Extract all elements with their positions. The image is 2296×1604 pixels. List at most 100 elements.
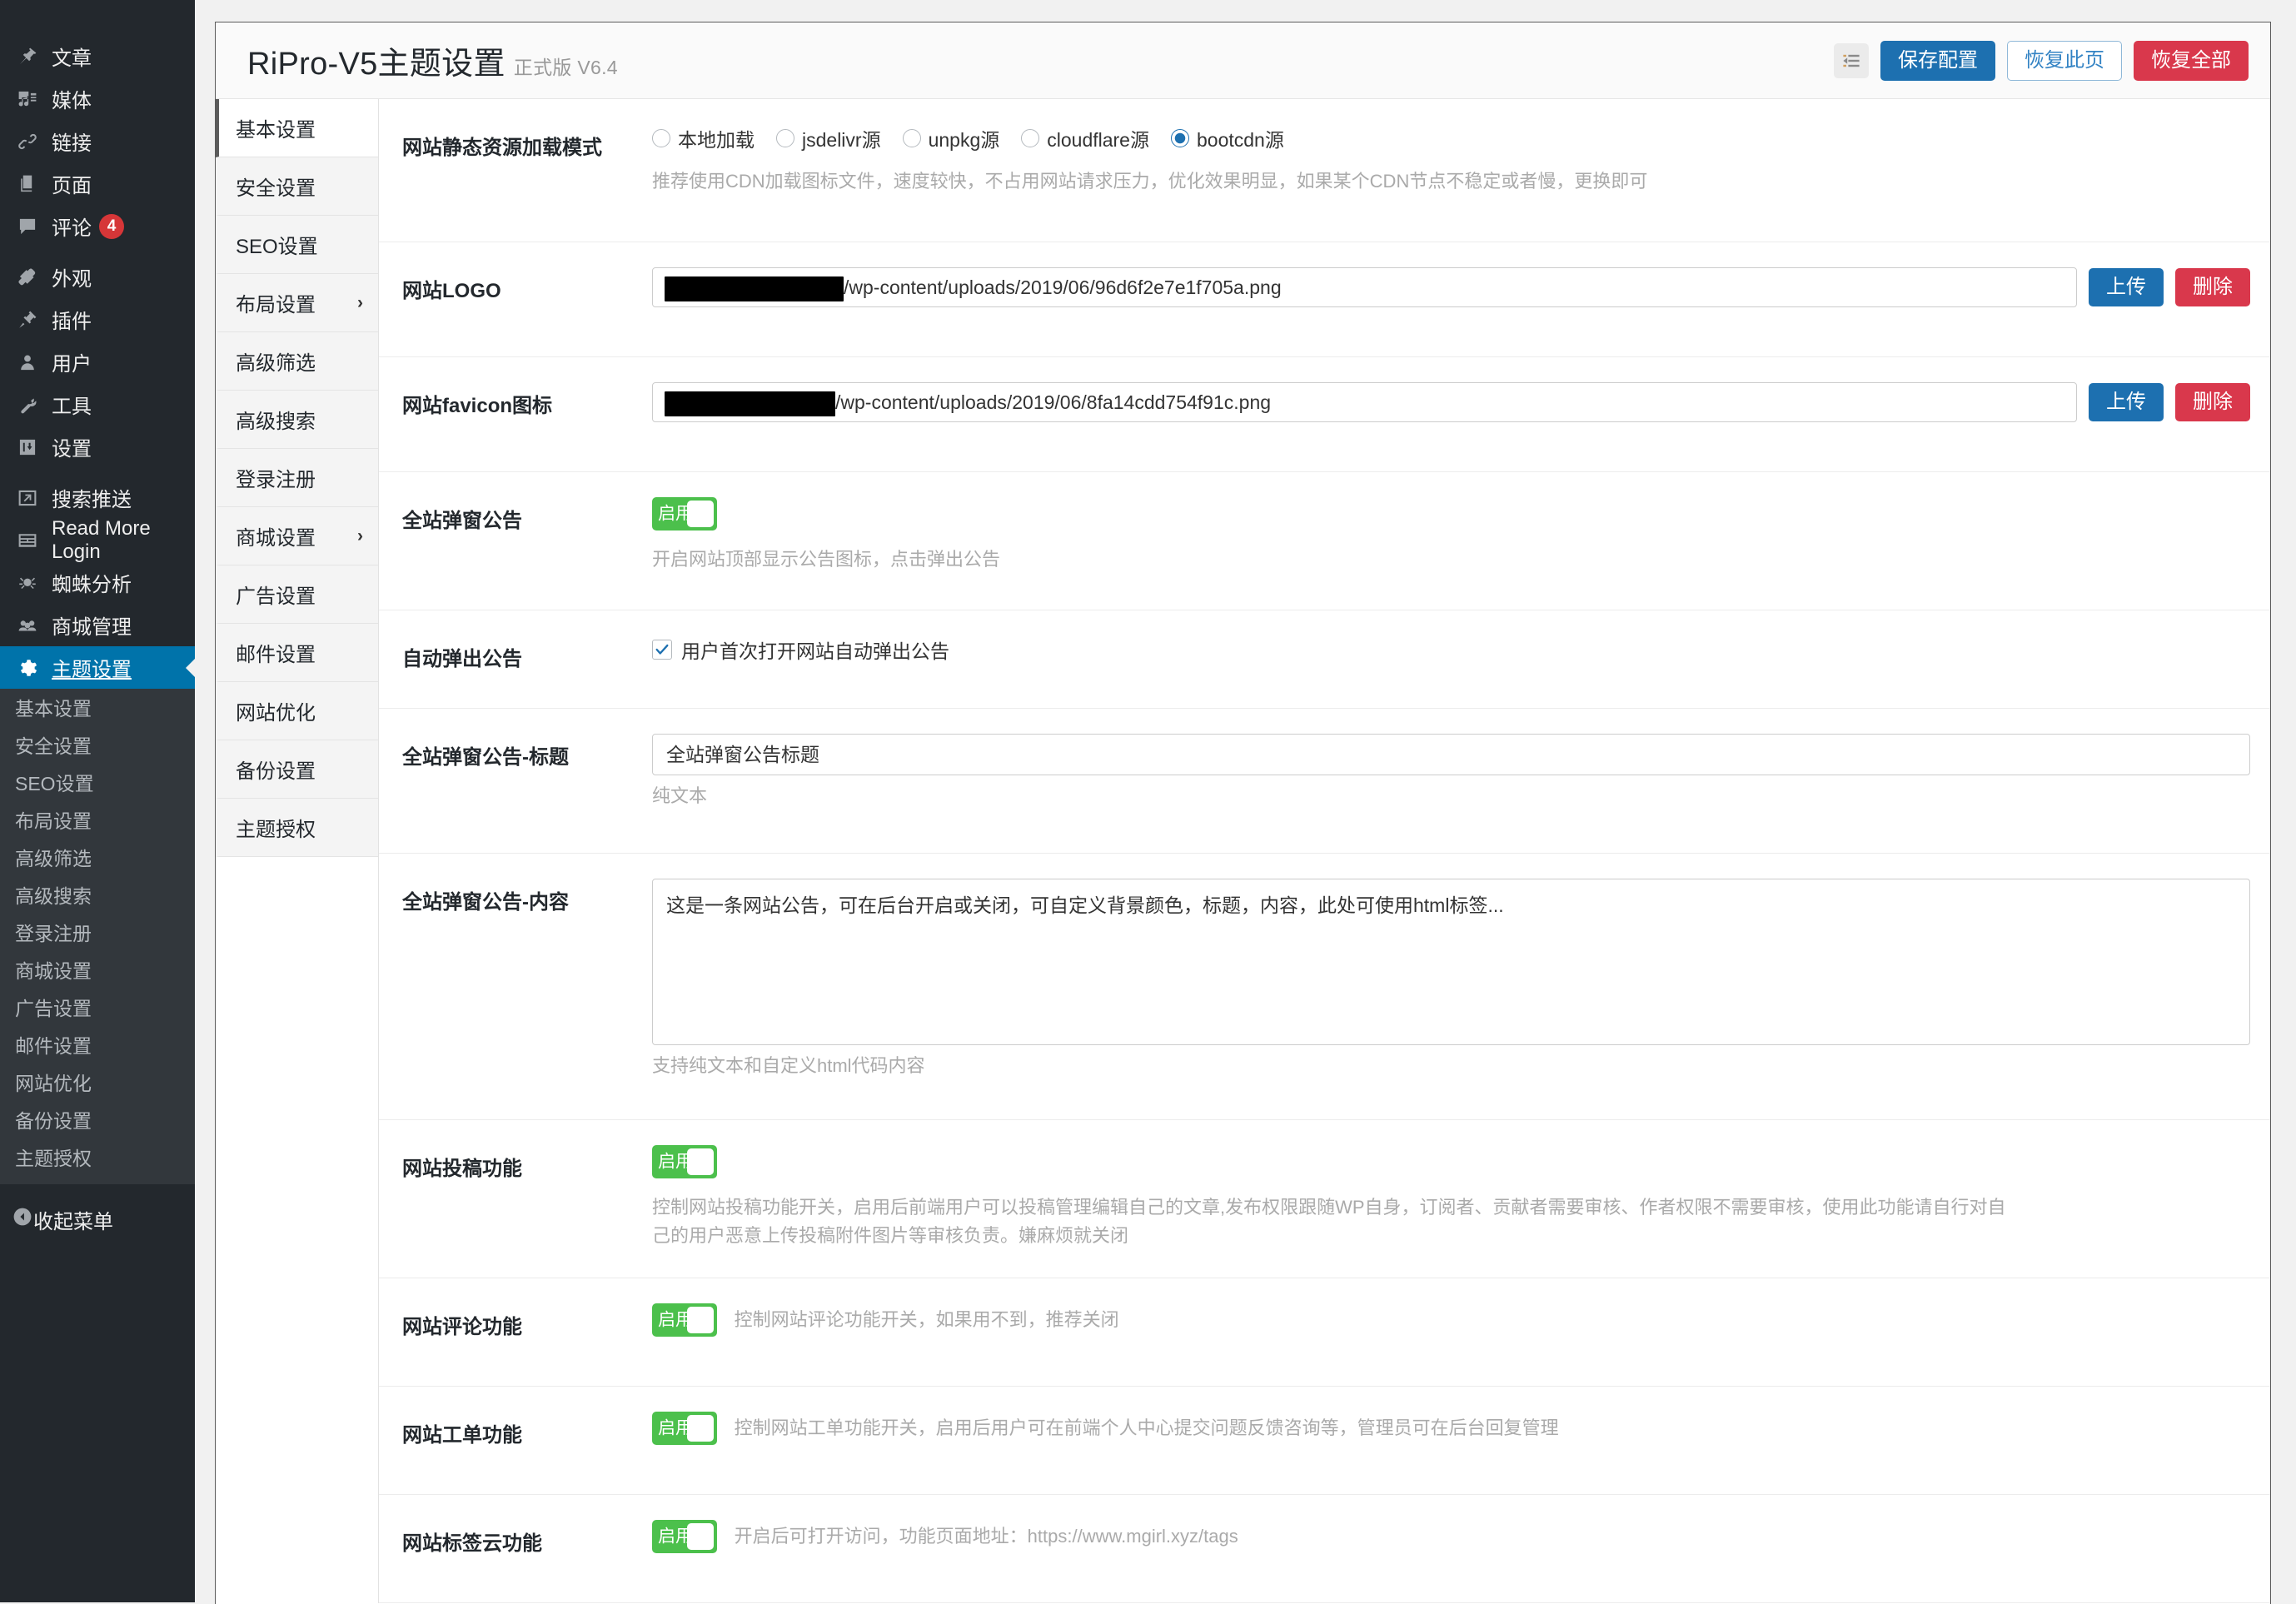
sidebar-item-pages[interactable]: 页面: [0, 162, 195, 205]
field-label: 网站评论功能: [402, 1303, 652, 1339]
toggle-knob: [687, 501, 714, 527]
indent-left-icon[interactable]: [1834, 43, 1869, 78]
field-control: 全站弹窗公告标题 纯文本: [652, 734, 2250, 810]
sidebar-item-label: 插件: [52, 305, 92, 334]
radio-unpkg[interactable]: unpkg源: [903, 124, 1000, 152]
favicon-media-row: /wp-content/uploads/2019/06/8fa14cdd754f…: [652, 382, 2250, 422]
tab-shop-settings[interactable]: 商城设置 ›: [216, 507, 378, 565]
submenu-item-license[interactable]: 主题授权: [0, 1140, 195, 1178]
tab-seo-settings[interactable]: SEO设置: [216, 216, 378, 274]
tab-label: 备份设置: [236, 755, 316, 784]
sidebar-item-tools[interactable]: 工具: [0, 383, 195, 426]
field-control: 启用 控制网站工单功能开关，启用后用户可在前端个人中心提交问题反馈咨询等，管理员…: [652, 1412, 2250, 1445]
tagcloud-toggle[interactable]: 启用: [652, 1520, 717, 1553]
tools-icon: [12, 389, 43, 421]
pin-icon: [12, 41, 43, 72]
sidebar-item-read-more-login[interactable]: Read More Login: [0, 519, 195, 561]
field-control: 本地加载 jsdelivr源 unpkg源: [652, 124, 2250, 196]
comment-toggle[interactable]: 启用: [652, 1303, 717, 1337]
submission-toggle[interactable]: 启用: [652, 1145, 717, 1178]
sidebar-item-search-push[interactable]: 搜索推送: [0, 476, 195, 519]
collapse-menu-button[interactable]: 收起菜单: [0, 1198, 195, 1241]
popup-content-textarea[interactable]: 这是一条网站公告，可在后台开启或关闭，可自定义背景颜色，标题，内容，此处可使用h…: [652, 879, 2250, 1045]
submenu-item-shop[interactable]: 商城设置: [0, 953, 195, 990]
favicon-url-input[interactable]: /wp-content/uploads/2019/06/8fa14cdd754f…: [652, 382, 2077, 422]
radio-cloudflare[interactable]: cloudflare源: [1021, 124, 1149, 152]
sidebar-item-settings[interactable]: 设置: [0, 426, 195, 468]
submenu-item-optimize[interactable]: 网站优化: [0, 1065, 195, 1103]
submenu-item-search[interactable]: 高级搜索: [0, 878, 195, 915]
toggle-knob: [687, 1523, 714, 1550]
sidebar-item-label: Read More Login: [52, 517, 195, 564]
tab-site-optimize[interactable]: 网站优化: [216, 682, 378, 740]
sidebar-item-shop-manage[interactable]: 商城管理: [0, 604, 195, 646]
tab-ads-settings[interactable]: 广告设置: [216, 565, 378, 624]
sidebar-item-label: 媒体: [52, 84, 92, 113]
site-popup-toggle[interactable]: 启用: [652, 497, 717, 531]
logo-url-input[interactable]: /wp-content/uploads/2019/06/96d6f2e7e1f7…: [652, 267, 2077, 307]
tab-label: 广告设置: [236, 580, 316, 609]
sidebar-item-appearance[interactable]: 外观: [0, 256, 195, 298]
sidebar-item-comments[interactable]: 评论 4: [0, 205, 195, 247]
reset-all-button[interactable]: 恢复全部: [2134, 41, 2249, 81]
link-icon: [12, 126, 43, 157]
tab-backup-settings[interactable]: 备份设置: [216, 740, 378, 799]
favicon-delete-button[interactable]: 删除: [2175, 383, 2250, 421]
field-control: 用户首次打开网站自动弹出公告: [652, 635, 2250, 664]
tab-basic-settings[interactable]: 基本设置: [216, 99, 378, 157]
field-description: 控制网站工单功能开关，启用后用户可在前端个人中心提交问题反馈咨询等，管理员可在后…: [735, 1414, 1559, 1442]
appearance-icon: [12, 262, 43, 293]
tab-security-settings[interactable]: 安全设置: [216, 157, 378, 216]
submenu-item-ads[interactable]: 广告设置: [0, 990, 195, 1028]
sidebar-item-theme-settings[interactable]: 主题设置: [0, 646, 195, 689]
submenu-item-filter[interactable]: 高级筛选: [0, 840, 195, 878]
logo-delete-button[interactable]: 删除: [2175, 268, 2250, 306]
save-button[interactable]: 保存配置: [1880, 41, 1995, 81]
logo-upload-button[interactable]: 上传: [2089, 268, 2164, 306]
theme-options-panel: RiPro-V5主题设置正式版 V6.4 保存配置 恢复此页 恢复全部: [215, 22, 2271, 1604]
submenu-item-login[interactable]: 登录注册: [0, 915, 195, 953]
submenu-item-security[interactable]: 安全设置: [0, 728, 195, 765]
plugin-icon: [12, 304, 43, 336]
tab-mail-settings[interactable]: 邮件设置: [216, 624, 378, 682]
logo-url-value: /wp-content/uploads/2019/06/96d6f2e7e1f7…: [844, 276, 1282, 298]
submenu-item-mail[interactable]: 邮件设置: [0, 1028, 195, 1065]
field-label: 全站弹窗公告-标题: [402, 734, 652, 770]
sidebar-item-spider-analytics[interactable]: 蜘蛛分析: [0, 561, 195, 604]
menu-separator: [0, 247, 195, 256]
submenu-item-backup[interactable]: 备份设置: [0, 1103, 195, 1140]
radio-local[interactable]: 本地加载: [652, 124, 755, 152]
tab-label: 布局设置: [236, 288, 316, 317]
tab-advanced-filter[interactable]: 高级筛选: [216, 332, 378, 391]
ticket-toggle[interactable]: 启用: [652, 1412, 717, 1445]
submenu-item-basic[interactable]: 基本设置: [0, 690, 195, 728]
tab-layout-settings[interactable]: 布局设置 ›: [216, 274, 378, 332]
tab-advanced-search[interactable]: 高级搜索: [216, 391, 378, 449]
sidebar-item-users[interactable]: 用户: [0, 341, 195, 383]
sidebar-item-links[interactable]: 链接: [0, 120, 195, 162]
section-site-favicon: 网站favicon图标 /wp-content/uploads/2019/06/…: [379, 357, 2270, 472]
settings-icon: [12, 431, 43, 463]
sidebar-item-posts[interactable]: 文章: [0, 35, 195, 77]
submenu-item-seo[interactable]: SEO设置: [0, 765, 195, 803]
auto-popup-checkbox-row[interactable]: 用户首次打开网站自动弹出公告: [652, 635, 2250, 664]
tab-login-register[interactable]: 登录注册: [216, 449, 378, 507]
field-label: 网站工单功能: [402, 1412, 652, 1447]
sidebar-item-label: 主题设置: [52, 653, 132, 682]
toggle-knob: [687, 1148, 714, 1175]
radio-bootcdn[interactable]: bootcdn源: [1171, 124, 1284, 152]
field-description: 开启网站顶部显示公告图标，点击弹出公告: [652, 545, 2250, 574]
reset-page-button[interactable]: 恢复此页: [2007, 41, 2122, 81]
tab-label: SEO设置: [236, 230, 318, 259]
field-label: 全站弹窗公告: [402, 497, 652, 533]
field-description: 纯文本: [652, 782, 2250, 810]
popup-title-input[interactable]: 全站弹窗公告标题: [652, 734, 2250, 775]
submenu-item-layout[interactable]: 布局设置: [0, 803, 195, 840]
page-icon: [12, 168, 43, 200]
radio-jsdelivr[interactable]: jsdelivr源: [776, 124, 881, 152]
tab-theme-license[interactable]: 主题授权: [216, 799, 378, 857]
media-icon: [12, 83, 43, 115]
favicon-upload-button[interactable]: 上传: [2089, 383, 2164, 421]
sidebar-item-media[interactable]: 媒体: [0, 77, 195, 120]
sidebar-item-plugins[interactable]: 插件: [0, 298, 195, 341]
